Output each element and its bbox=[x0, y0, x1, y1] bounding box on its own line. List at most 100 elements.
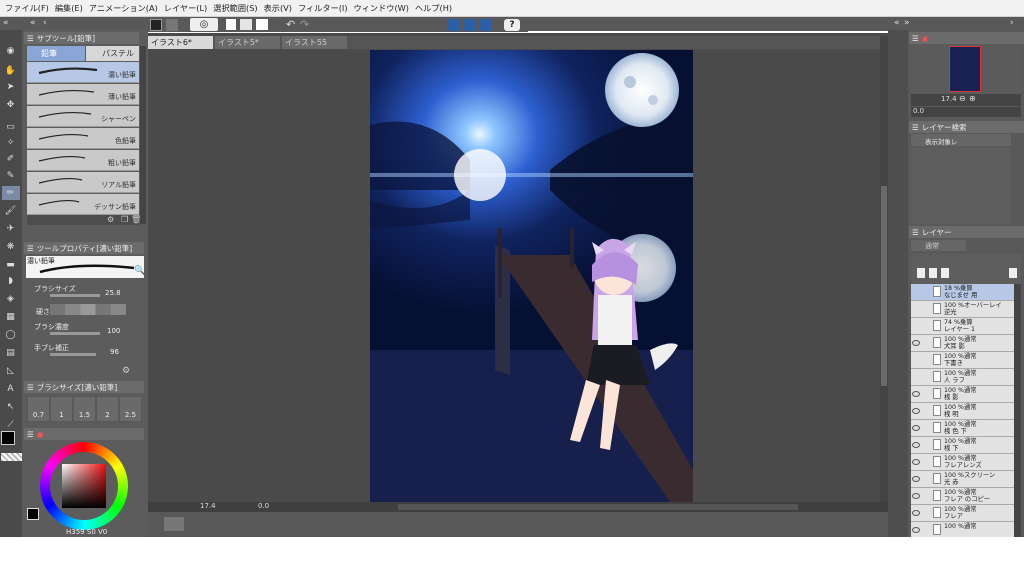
eye-icon[interactable] bbox=[912, 476, 920, 482]
eye-icon[interactable] bbox=[912, 493, 920, 499]
layer-row[interactable]: 74 %乗算 レイヤー 1 bbox=[911, 318, 1014, 335]
redo-icon[interactable]: ↷ bbox=[300, 18, 309, 31]
ruler-icon[interactable] bbox=[448, 19, 460, 31]
zoom-out-icon[interactable]: ⊖ bbox=[959, 94, 966, 103]
brush-item[interactable]: デッサン鉛筆 bbox=[27, 194, 139, 215]
move-tool-icon[interactable]: ✥ bbox=[4, 100, 17, 110]
brush-item[interactable]: シャーペン bbox=[27, 106, 139, 127]
tab-pastel[interactable]: パステル bbox=[86, 46, 139, 61]
subtool-scrollbar[interactable] bbox=[140, 46, 146, 224]
layer-row[interactable]: 100 %通常人 ラフ bbox=[911, 369, 1014, 386]
frame-tool-icon[interactable]: ▤ bbox=[4, 348, 17, 358]
expand-right-icon[interactable]: » bbox=[904, 18, 910, 28]
eye-icon[interactable] bbox=[912, 510, 920, 516]
eyedropper-tool-icon[interactable]: ✐ bbox=[4, 154, 17, 164]
fill-tool-icon[interactable]: ◈ bbox=[4, 294, 17, 304]
pen-tool-icon[interactable]: ✎ bbox=[4, 171, 17, 181]
canvas-angle-value[interactable]: 0.0 bbox=[258, 502, 269, 510]
stabilization-value[interactable]: 96 bbox=[110, 348, 119, 356]
density-value[interactable]: 100 bbox=[107, 327, 120, 335]
layer-row[interactable]: 100 %通常桟 下 bbox=[911, 437, 1014, 454]
magnify-icon[interactable]: 🔍 bbox=[134, 266, 145, 276]
brush-item[interactable]: 濃い鉛筆 bbox=[27, 62, 139, 83]
new-file-icon[interactable] bbox=[226, 19, 236, 30]
brush-item[interactable]: 薄い鉛筆 bbox=[27, 84, 139, 105]
density-slider[interactable] bbox=[50, 332, 100, 335]
layer-row[interactable]: 100 %通常 フレア bbox=[911, 505, 1014, 522]
layer-row[interactable]: 100 %通常桟 明 bbox=[911, 403, 1014, 420]
navigator-preview[interactable] bbox=[911, 44, 1021, 94]
timeline-icon[interactable] bbox=[164, 517, 184, 531]
brush-item[interactable]: 色鉛筆 bbox=[27, 128, 139, 149]
layer-search-filter[interactable]: 表示対象レ bbox=[911, 134, 1011, 146]
toolprop-settings-icon[interactable]: ⚙ bbox=[122, 366, 130, 376]
menu-item[interactable]: ヘルプ(H) bbox=[412, 2, 455, 14]
collapse-right-icon[interactable]: « bbox=[894, 18, 900, 28]
ruler-tool-icon[interactable]: ◺ bbox=[4, 366, 17, 376]
brush-item[interactable]: リアル鉛筆 bbox=[27, 172, 139, 193]
canvas-tab[interactable]: イラスト6* bbox=[148, 36, 213, 49]
menu-item[interactable]: フィルター(I) bbox=[295, 2, 351, 14]
hardness-selector[interactable] bbox=[50, 304, 126, 315]
brush-item[interactable]: 粗い鉛筆 bbox=[27, 150, 139, 171]
zoom-tool-icon[interactable]: ◉ bbox=[4, 46, 17, 56]
transparent-swatch[interactable] bbox=[1, 453, 22, 461]
layer-row[interactable]: 100 %通常 フレアレンズ bbox=[911, 454, 1014, 471]
brush-tool-icon[interactable]: 🖌 bbox=[4, 206, 17, 216]
eye-icon[interactable] bbox=[912, 425, 920, 431]
clip-logo-icon[interactable]: ◎ bbox=[190, 18, 218, 31]
eye-icon[interactable] bbox=[912, 442, 920, 448]
new-vector-layer-icon[interactable] bbox=[929, 268, 937, 278]
menu-item[interactable]: ウィンドウ(W) bbox=[351, 2, 412, 14]
save-icon[interactable] bbox=[256, 19, 268, 30]
vertical-scrollbar[interactable] bbox=[880, 36, 888, 506]
eye-icon[interactable] bbox=[912, 391, 920, 397]
figure-tool-icon[interactable]: ◯ bbox=[4, 330, 17, 340]
menu-item[interactable]: 表示(V) bbox=[261, 2, 295, 14]
correction-tool-icon[interactable]: ⟋ bbox=[4, 420, 17, 430]
text-tool-icon[interactable]: A bbox=[4, 384, 17, 394]
open-folder-icon[interactable] bbox=[240, 19, 252, 30]
layer-row[interactable]: 100 %通常桟 影 bbox=[911, 386, 1014, 403]
snap-special-icon[interactable] bbox=[480, 19, 492, 31]
arrow-left-icon[interactable]: ‹ bbox=[43, 18, 47, 28]
tab-pencil[interactable]: 鉛筆 bbox=[27, 46, 85, 61]
balloon-tool-icon[interactable]: ↖ bbox=[4, 402, 17, 412]
artwork-canvas[interactable] bbox=[370, 50, 693, 502]
lasso-tool-icon[interactable]: ✧ bbox=[4, 138, 17, 148]
layer-row[interactable]: 18 %乗算 なじませ 用 bbox=[911, 284, 1014, 301]
brush-size-preset[interactable]: 0.7 bbox=[28, 397, 49, 421]
help-icon[interactable]: ? bbox=[504, 19, 520, 31]
pencil-tool-icon[interactable]: ✏ bbox=[4, 188, 17, 198]
arrow-right-icon[interactable]: › bbox=[1010, 18, 1014, 28]
eye-icon[interactable] bbox=[912, 408, 920, 414]
brush-size-preset[interactable]: 1 bbox=[51, 397, 72, 421]
saturation-value-square[interactable] bbox=[62, 464, 106, 508]
decoration-tool-icon[interactable]: ❋ bbox=[4, 242, 17, 252]
navigator-angle-value[interactable]: 0.0 bbox=[913, 107, 924, 115]
layer-row[interactable]: 100 %スクリーン光 赤 bbox=[911, 471, 1014, 488]
gradient-tool-icon[interactable]: ▦ bbox=[4, 312, 17, 322]
layer-row[interactable]: 100 %通常 下書き bbox=[911, 352, 1014, 369]
current-color-swatch[interactable] bbox=[27, 508, 39, 520]
horizontal-scrollbar[interactable] bbox=[398, 504, 798, 510]
operation-tool-icon[interactable]: ➤ bbox=[4, 82, 17, 92]
layer-row[interactable]: 100 %通常 犬耳 影 bbox=[911, 335, 1014, 352]
layer-row[interactable]: 100 %通常桟 色 下 bbox=[911, 420, 1014, 437]
new-folder-icon[interactable] bbox=[941, 268, 949, 278]
menu-item[interactable]: 編集(E) bbox=[52, 2, 86, 14]
blend-tool-icon[interactable]: ◗ bbox=[4, 276, 17, 286]
new-raster-layer-icon[interactable] bbox=[917, 268, 925, 278]
blend-mode-select[interactable]: 通常 bbox=[911, 240, 966, 251]
menu-item[interactable]: レイヤー(L) bbox=[161, 2, 210, 14]
brush-size-preset[interactable]: 2 bbox=[97, 397, 118, 421]
canvas-zoom-value[interactable]: 17.4 bbox=[200, 502, 216, 510]
vertical-scroll-thumb[interactable] bbox=[881, 186, 887, 386]
eye-icon[interactable] bbox=[912, 527, 920, 533]
brush-size-slider[interactable] bbox=[50, 294, 100, 297]
collapse-left2-icon[interactable]: « bbox=[30, 18, 36, 28]
canvas-tab[interactable]: イラスト5* bbox=[215, 36, 280, 49]
collapse-left-icon[interactable]: « bbox=[3, 18, 9, 28]
layer-scrollbar[interactable] bbox=[1014, 284, 1021, 537]
new-canvas-icon[interactable] bbox=[166, 19, 178, 31]
